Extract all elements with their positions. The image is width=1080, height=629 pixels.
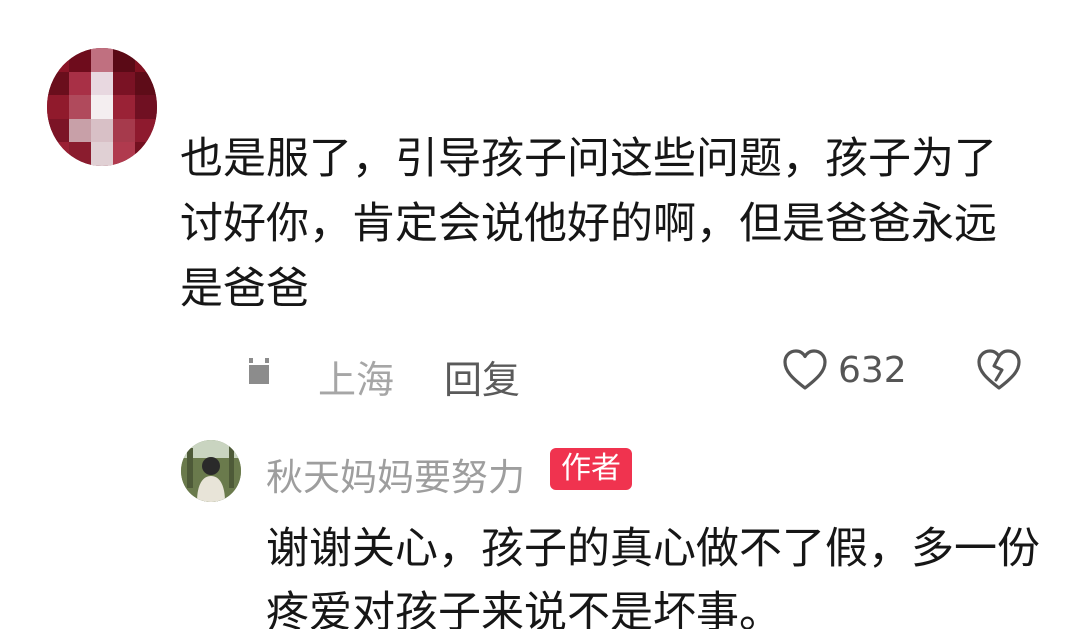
- comment-actions: 上海 回复 632: [0, 344, 1080, 402]
- author-badge: 作者: [550, 448, 632, 490]
- comment-thread: 也是服了，引导孩子问这些问题，孩子为了讨好你，肯定会说他好的啊，但是爸爸永远是爸…: [0, 0, 1080, 629]
- ip-location-icon: [249, 358, 269, 384]
- avatar-mosaic: [47, 48, 157, 166]
- broken-heart-icon[interactable]: [976, 348, 1022, 392]
- avatar[interactable]: [47, 48, 157, 166]
- reply-text: 谢谢关心，孩子的真心做不了假，多一份疼爱对孩子来说不是坏事。: [266, 524, 1040, 629]
- comment-text: 也是服了，引导孩子问这些问题，孩子为了讨好你，肯定会说他好的啊，但是爸爸永远是爸…: [180, 134, 997, 314]
- location-label: 上海: [318, 358, 395, 402]
- reply-button[interactable]: 回复: [444, 349, 520, 404]
- reply-username[interactable]: 秋天妈妈要努力: [266, 447, 525, 501]
- like-count: 632: [838, 350, 907, 391]
- avatar[interactable]: [181, 440, 241, 502]
- avatar-photo: [181, 440, 241, 502]
- heart-outline-icon[interactable]: [782, 348, 828, 392]
